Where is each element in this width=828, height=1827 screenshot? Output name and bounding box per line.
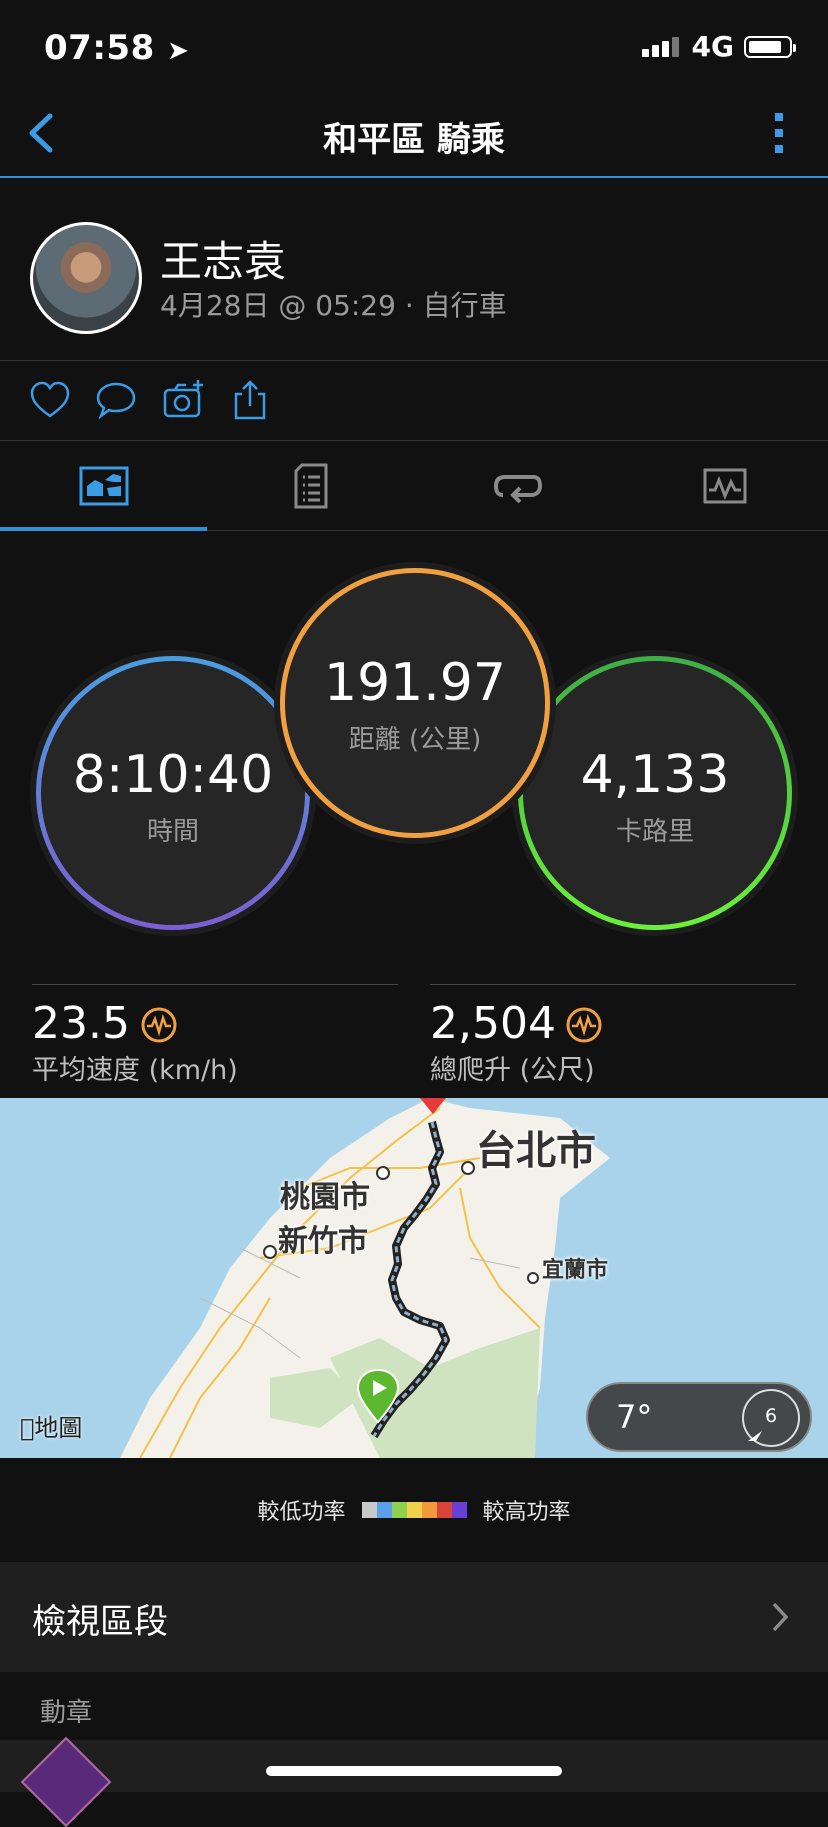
distance-value: 191.97: [324, 653, 506, 713]
view-segments-row[interactable]: 檢視區段: [0, 1562, 828, 1672]
map-label-hsinchu: 新竹市: [278, 1224, 368, 1259]
legend-swatch: [436, 1502, 452, 1518]
like-button[interactable]: [28, 378, 72, 422]
badges-header: 動章: [40, 1698, 93, 1728]
legend-swatch: [361, 1502, 377, 1518]
comment-button[interactable]: [94, 378, 138, 422]
avatar[interactable]: [30, 222, 142, 334]
share-icon: [234, 380, 266, 420]
active-tab-indicator: [0, 527, 207, 531]
apple-logo-icon: : [20, 1414, 34, 1442]
divider: [430, 984, 796, 985]
time-label: 時間: [146, 817, 199, 847]
pulse-icon[interactable]: [140, 1006, 178, 1044]
signal-icon: [641, 36, 682, 57]
map-label-taoyuan: 桃園市: [280, 1180, 370, 1215]
battery-icon: [744, 35, 796, 58]
view-segments-label: 檢視區段: [32, 1602, 168, 1642]
camera-plus-icon: [163, 380, 203, 418]
time-value: 8:10:40: [72, 745, 274, 805]
heart-icon: [30, 381, 70, 418]
more-options-button[interactable]: [764, 108, 794, 158]
comment-icon: [96, 382, 136, 420]
home-indicator[interactable]: [266, 1766, 562, 1776]
divider: [0, 440, 828, 441]
badge-icon[interactable]: [20, 1736, 112, 1827]
total-ascent-value: 2,504: [430, 998, 556, 1049]
map-label-yilan: 宜蘭市: [542, 1258, 609, 1283]
avg-speed-label: 平均速度 (km/h): [32, 1055, 238, 1086]
legend-swatch: [451, 1502, 467, 1518]
tab-details[interactable]: [207, 442, 414, 530]
wind-speed: 6: [764, 1405, 778, 1427]
page-title: 和平區 騎乘: [323, 120, 505, 160]
activity-meta: 4月28日 @ 05:29 · 自行車: [160, 289, 507, 322]
divider: [0, 360, 828, 361]
distance-stat-ring: 191.97 距離 (公里): [280, 568, 550, 838]
end-marker-icon: [420, 1098, 446, 1114]
calories-stat-ring: 4,133 卡路里: [518, 656, 792, 930]
weather-temperature: 7°: [616, 1398, 653, 1436]
time-stat-ring: 8:10:40 時間: [36, 656, 310, 930]
total-ascent-label: 總爬升 (公尺): [430, 1055, 595, 1086]
start-marker-icon: [356, 1368, 400, 1424]
tab-bar: [0, 442, 828, 531]
legend-high-label: 較高功率: [482, 1500, 571, 1525]
avg-speed-value: 23.5: [32, 998, 130, 1049]
more-vertical-icon: [775, 113, 783, 153]
tab-laps[interactable]: [414, 442, 621, 530]
calories-value: 4,133: [580, 745, 730, 805]
power-legend: 較低功率 較高功率: [0, 1458, 828, 1562]
nav-bar: 和平區 騎乘: [0, 90, 828, 178]
tab-charts[interactable]: [621, 442, 828, 530]
status-indicators: 4G: [641, 30, 796, 63]
add-photo-button[interactable]: [162, 378, 206, 422]
share-button[interactable]: [228, 378, 272, 422]
calories-label: 卡路里: [615, 817, 694, 847]
pulse-icon[interactable]: [565, 1006, 603, 1044]
map-label-taipei: 台北市: [476, 1128, 596, 1174]
overview-map-icon: [79, 466, 128, 506]
divider: [32, 984, 398, 985]
map-attribution[interactable]: 地圖: [20, 1408, 82, 1443]
route-map[interactable]: 台北市 桃園市 新竹市 宜蘭市 地圖 7° 6: [0, 1098, 828, 1458]
repeat-icon: [493, 475, 542, 503]
network-type: 4G: [691, 30, 734, 63]
legend-swatch: [421, 1502, 437, 1518]
chart-icon: [703, 468, 746, 504]
tab-overview[interactable]: [0, 442, 207, 530]
legend-low-label: 較低功率: [257, 1500, 346, 1525]
status-time: 07:58 ➤: [44, 28, 190, 68]
legend-color-scale: [361, 1502, 467, 1518]
legend-swatch: [391, 1502, 407, 1518]
legend-swatch: [406, 1502, 422, 1518]
user-name: 王志袁: [160, 237, 287, 286]
legend-swatch: [376, 1502, 392, 1518]
chevron-right-icon: [772, 1602, 789, 1632]
wind-compass-icon: 6: [742, 1389, 800, 1447]
weather-widget[interactable]: 7° 6: [586, 1382, 812, 1452]
distance-label: 距離 (公里): [348, 725, 482, 755]
document-list-icon: [294, 463, 327, 509]
